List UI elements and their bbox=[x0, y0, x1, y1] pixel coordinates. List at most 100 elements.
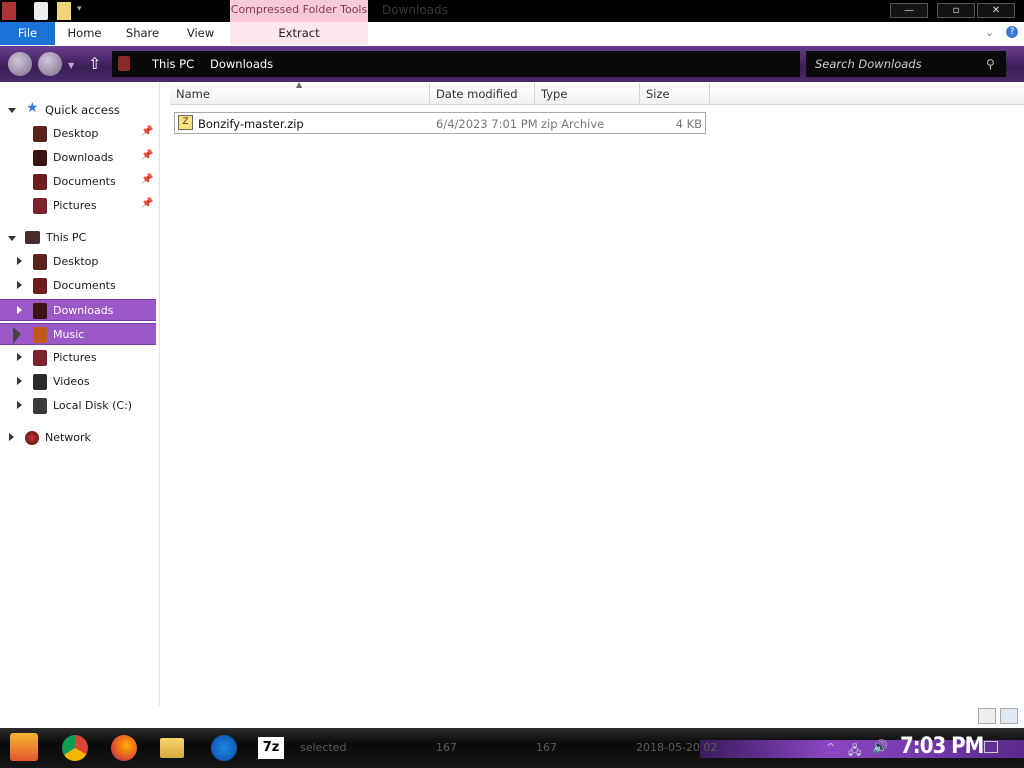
star-icon: ★ bbox=[26, 100, 39, 116]
expand-arrow-icon[interactable] bbox=[17, 281, 22, 289]
nav-label: Local Disk (C:) bbox=[53, 399, 133, 412]
column-header-filler bbox=[710, 83, 1024, 105]
ghost-value-1: 167 bbox=[436, 741, 457, 754]
nav-label: Downloads bbox=[53, 304, 114, 317]
file-date: 6/4/2023 7:01 PM bbox=[436, 117, 538, 131]
expand-arrow-icon[interactable] bbox=[17, 377, 22, 385]
new-folder-icon[interactable] bbox=[57, 2, 71, 20]
clock[interactable]: 7:03 PM bbox=[900, 734, 984, 759]
nav-network[interactable]: Network bbox=[0, 427, 156, 449]
search-placeholder: Search Downloads bbox=[815, 57, 922, 71]
videos-folder-icon bbox=[33, 374, 47, 390]
network-icon bbox=[25, 431, 39, 445]
nav-pc-videos[interactable]: Videos bbox=[0, 371, 156, 393]
up-arrow-icon[interactable]: ⇧ bbox=[88, 54, 101, 73]
pin-icon: 📌 bbox=[141, 126, 154, 137]
file-name: Bonzify-master.zip bbox=[198, 117, 304, 131]
large-icons-view-button[interactable] bbox=[1000, 708, 1018, 724]
back-button[interactable] bbox=[8, 52, 32, 76]
close-button[interactable]: ✕ bbox=[977, 3, 1015, 18]
file-explorer-icon[interactable] bbox=[160, 738, 184, 758]
customize-qat-icon[interactable]: ▾ bbox=[77, 4, 82, 14]
properties-icon[interactable] bbox=[34, 2, 48, 20]
nav-qa-pictures[interactable]: Pictures 📌 bbox=[0, 195, 156, 217]
nav-qa-documents[interactable]: Documents 📌 bbox=[0, 171, 156, 193]
nav-label: Videos bbox=[53, 375, 90, 388]
tab-share[interactable]: Share bbox=[120, 22, 165, 45]
column-header-date-modified[interactable]: Date modified bbox=[430, 83, 535, 105]
nav-this-pc[interactable]: This PC bbox=[0, 227, 156, 249]
tab-home[interactable]: Home bbox=[62, 22, 107, 45]
nav-label: Downloads bbox=[53, 151, 114, 164]
notifications-icon[interactable] bbox=[984, 741, 998, 753]
documents-folder-icon bbox=[33, 278, 47, 294]
nav-pc-local-disk[interactable]: Local Disk (C:) bbox=[0, 395, 156, 417]
expand-arrow-icon[interactable] bbox=[17, 353, 22, 361]
expand-arrow-icon[interactable] bbox=[17, 306, 22, 314]
maximize-button[interactable]: ▫ bbox=[937, 3, 975, 18]
mouse-cursor-icon bbox=[13, 327, 21, 344]
recent-locations-icon[interactable]: ▼ bbox=[68, 61, 74, 70]
edge-icon[interactable] bbox=[211, 735, 237, 761]
nav-qa-desktop[interactable]: Desktop 📌 bbox=[0, 123, 156, 145]
collapse-arrow-icon[interactable] bbox=[8, 108, 16, 113]
column-label: Size bbox=[646, 87, 670, 101]
pin-icon: 📌 bbox=[141, 150, 154, 161]
breadcrumb-this-pc[interactable]: This PC bbox=[152, 57, 194, 71]
title-bar: ▾ bbox=[0, 0, 1024, 22]
column-header-size[interactable]: Size bbox=[640, 83, 710, 105]
minimize-button[interactable]: — bbox=[890, 3, 928, 18]
column-header-type[interactable]: Type bbox=[535, 83, 640, 105]
nav-label: Quick access bbox=[45, 103, 120, 117]
expand-arrow-icon[interactable] bbox=[17, 401, 22, 409]
nav-label: Pictures bbox=[53, 199, 97, 212]
nav-pc-downloads[interactable]: Downloads bbox=[0, 299, 156, 321]
nav-pc-music[interactable]: Music bbox=[0, 323, 156, 345]
drive-icon bbox=[33, 398, 47, 414]
nav-label: Pictures bbox=[53, 351, 97, 364]
address-bar[interactable]: This PC Downloads bbox=[112, 51, 800, 77]
nav-label: Documents bbox=[53, 279, 116, 292]
start-button[interactable] bbox=[10, 733, 38, 761]
column-label: Type bbox=[541, 87, 568, 101]
file-size: 4 KB bbox=[675, 117, 702, 131]
tab-extract[interactable]: Extract bbox=[230, 22, 368, 45]
forward-button[interactable] bbox=[38, 52, 62, 76]
file-row[interactable]: Z Bonzify-master.zip 6/4/2023 7:01 PM zi… bbox=[174, 112, 706, 134]
downloads-folder-icon bbox=[33, 150, 47, 166]
expand-arrow-icon[interactable] bbox=[17, 257, 22, 265]
details-view-button[interactable] bbox=[978, 708, 996, 724]
nav-label: Music bbox=[53, 328, 85, 341]
desktop-folder-icon bbox=[33, 254, 47, 270]
music-folder-icon bbox=[33, 327, 47, 343]
app-icon[interactable] bbox=[2, 2, 16, 20]
computer-icon bbox=[25, 231, 40, 244]
breadcrumb-downloads[interactable]: Downloads bbox=[210, 57, 273, 71]
collapse-arrow-icon[interactable] bbox=[8, 236, 16, 241]
tab-view[interactable]: View bbox=[178, 22, 223, 45]
nav-label: Desktop bbox=[53, 255, 99, 268]
nav-pc-documents[interactable]: Documents bbox=[0, 275, 156, 297]
chrome-icon[interactable] bbox=[62, 735, 88, 761]
nav-quick-access[interactable]: ★ Quick access bbox=[0, 99, 156, 121]
sort-ascending-icon: ▲ bbox=[296, 80, 303, 89]
downloads-folder-icon bbox=[33, 303, 47, 319]
tray-overflow-icon[interactable]: ^ bbox=[826, 741, 835, 754]
firefox-icon[interactable] bbox=[111, 735, 137, 761]
volume-icon[interactable]: 🔊 bbox=[872, 740, 888, 755]
nav-qa-downloads[interactable]: Downloads 📌 bbox=[0, 147, 156, 169]
expand-arrow-icon[interactable] bbox=[9, 433, 14, 441]
nav-label: Network bbox=[45, 431, 91, 444]
folder-location-icon bbox=[118, 56, 130, 71]
search-icon[interactable]: ⚲ bbox=[986, 57, 995, 71]
nav-pc-pictures[interactable]: Pictures bbox=[0, 347, 156, 369]
7zip-icon[interactable]: 7z bbox=[258, 737, 284, 759]
pictures-folder-icon bbox=[33, 198, 47, 214]
tab-file[interactable]: File bbox=[0, 22, 55, 45]
help-icon[interactable]: ? bbox=[1006, 26, 1018, 38]
nav-pc-desktop[interactable]: Desktop bbox=[0, 251, 156, 273]
ribbon-expand-icon[interactable]: ⌄ bbox=[985, 26, 994, 39]
network-tray-icon[interactable]: 🖧 bbox=[848, 741, 861, 762]
desktop-folder-icon bbox=[33, 126, 47, 142]
file-type: zip Archive bbox=[541, 117, 605, 131]
